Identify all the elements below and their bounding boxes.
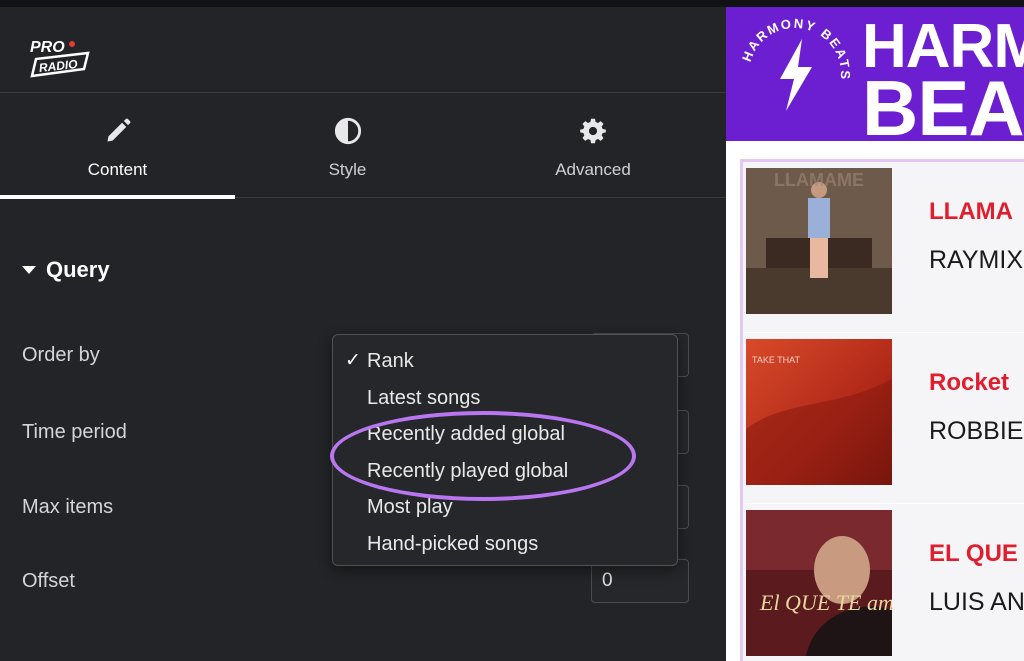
logo-row: PRO RADIO bbox=[0, 7, 726, 93]
offset-label: Offset bbox=[22, 570, 75, 592]
caret-down-icon bbox=[22, 266, 36, 274]
preview-pane: HARMONY BEATS HARM BEA LLAMAME LLAMA RAY… bbox=[726, 7, 1024, 661]
tab-advanced[interactable]: Advanced bbox=[460, 94, 726, 198]
active-tab-indicator bbox=[0, 195, 235, 199]
time-period-label: Time period bbox=[22, 421, 127, 443]
contrast-icon bbox=[334, 117, 361, 145]
tab-advanced-label: Advanced bbox=[555, 160, 631, 179]
tab-style-label: Style bbox=[328, 160, 367, 179]
list-item[interactable]: El QUE TE amó EL QUE T LUIS AN bbox=[743, 504, 1024, 661]
dropdown-option-rank[interactable]: ✓ Rank bbox=[333, 343, 677, 380]
tab-content[interactable]: Content bbox=[0, 94, 235, 199]
list-item[interactable]: TAKE THAT Rocket ROBBIE bbox=[743, 333, 1024, 503]
station-banner: HARMONY BEATS HARM BEA bbox=[726, 7, 1024, 141]
order-by-label: Order by bbox=[22, 344, 100, 366]
svg-text:PRO: PRO bbox=[30, 39, 65, 56]
tab-content-label: Content bbox=[87, 160, 148, 179]
gear-icon bbox=[580, 118, 606, 144]
svg-text:RADIO: RADIO bbox=[38, 57, 79, 75]
tab-style[interactable]: Style bbox=[235, 94, 460, 198]
harmony-beats-badge: HARMONY BEATS bbox=[739, 16, 851, 111]
svg-text:LLAMAME: LLAMAME bbox=[774, 170, 864, 190]
song-list: LLAMAME LLAMA RAYMIX TAKE THAT Rocket RO… bbox=[740, 159, 1024, 661]
query-section-toggle[interactable]: Query bbox=[22, 257, 110, 283]
banner-title-line2: BEA bbox=[862, 64, 1024, 141]
pro-radio-logo: PRO RADIO bbox=[30, 39, 90, 78]
svg-text:El QUE TE amó: El QUE TE amó bbox=[759, 590, 892, 615]
song-artist: LUIS AN bbox=[929, 588, 1024, 616]
top-bar bbox=[0, 0, 1024, 7]
panel-tabs: Content Style Advanced bbox=[0, 94, 726, 199]
list-item[interactable]: LLAMAME LLAMA RAYMIX bbox=[743, 162, 1024, 332]
album-cover-1: LLAMAME bbox=[746, 168, 892, 314]
highlight-ellipse-annotation bbox=[330, 411, 636, 501]
album-cover-2: TAKE THAT bbox=[746, 339, 892, 485]
svg-text:TAKE THAT: TAKE THAT bbox=[752, 355, 801, 365]
song-artist: RAYMIX bbox=[929, 246, 1023, 274]
song-title: EL QUE T bbox=[929, 540, 1024, 567]
lightning-bolt-icon bbox=[780, 39, 812, 111]
song-title: LLAMA bbox=[929, 198, 1013, 225]
pencil-icon bbox=[107, 118, 130, 142]
checkmark-icon: ✓ bbox=[345, 350, 361, 371]
max-items-label: Max items bbox=[22, 496, 114, 518]
song-artist: ROBBIE bbox=[929, 417, 1024, 445]
editor-panel: PRO RADIO Content Style Advanced Query O… bbox=[0, 7, 726, 661]
album-cover-3: El QUE TE amó bbox=[746, 510, 892, 656]
dropdown-option-hand-picked-songs[interactable]: Hand-picked songs bbox=[333, 526, 677, 563]
query-section-title: Query bbox=[46, 257, 110, 282]
song-title: Rocket bbox=[929, 369, 1010, 396]
